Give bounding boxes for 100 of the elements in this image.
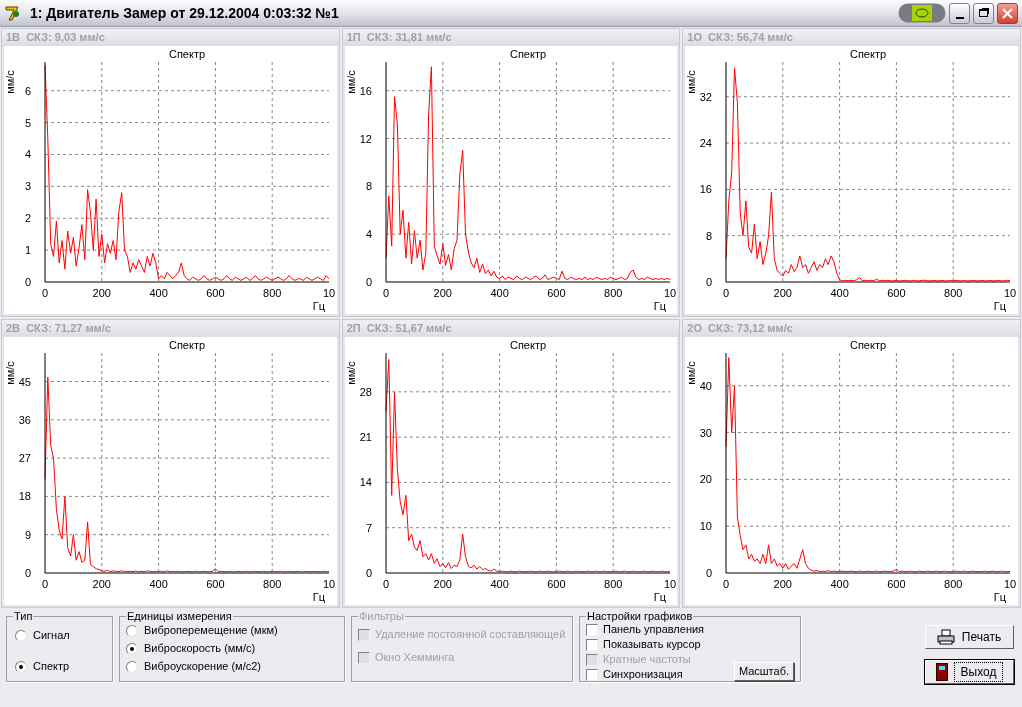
x-tick-label: 800 <box>263 578 282 590</box>
checkbox-label: Панель управления <box>603 623 705 636</box>
x-tick-label: 800 <box>263 287 282 299</box>
x-axis-label: Гц <box>653 591 666 603</box>
chart-title: Спектр <box>509 48 546 60</box>
x-tick-label: 200 <box>433 287 452 299</box>
channel-header: 1П СКЗ: 31,81 мм/с <box>346 30 452 46</box>
radio-button[interactable] <box>126 660 138 673</box>
x-tick-label: 200 <box>773 578 793 590</box>
x-tick-label: 600 <box>546 287 566 299</box>
printer-icon <box>936 629 955 645</box>
close-button[interactable] <box>997 2 1018 24</box>
y-axis-label: мм/с <box>4 361 16 385</box>
x-tick-label: 0 <box>382 578 389 590</box>
exit-button[interactable]: Выход <box>925 660 1014 684</box>
y-tick-label: 4 <box>24 148 31 161</box>
y-tick-label: 32 <box>700 90 713 103</box>
x-tick-label: 800 <box>603 578 623 590</box>
x-tick-label: 10 <box>322 287 336 299</box>
y-tick-label: 6 <box>24 84 31 97</box>
radio-button[interactable] <box>15 660 27 673</box>
restore-button[interactable] <box>973 2 994 24</box>
y-tick-label: 8 <box>706 229 713 242</box>
window-title: 1: Двигатель Замер от 29.12.2004 0:03:32 №1 <box>30 3 339 23</box>
channel-header: 2П СКЗ: 51,67 мм/с <box>346 321 452 337</box>
y-tick-label: 1 <box>24 244 31 257</box>
x-tick-label: 0 <box>382 287 389 299</box>
x-tick-label: 10 <box>322 578 336 590</box>
y-axis-label: мм/с <box>685 70 698 94</box>
y-tick-label: 45 <box>18 375 31 388</box>
toggle-pill-icon[interactable] <box>898 3 946 23</box>
y-tick-label: 9 <box>24 528 31 541</box>
x-axis-label: Гц <box>312 300 326 312</box>
checkbox-label: Показывать курсор <box>603 638 701 651</box>
channel-header: 1О СКЗ: 56,74 мм/с <box>687 30 793 46</box>
checkbox[interactable] <box>586 638 598 651</box>
close-icon <box>1002 7 1013 19</box>
x-axis-label: Гц <box>312 591 326 603</box>
x-tick-label: 0 <box>41 578 49 590</box>
radio-label: Сигнал <box>33 629 70 642</box>
channel-header: 1В СКЗ: 9,03 мм/с <box>6 30 105 46</box>
x-tick-label: 200 <box>433 578 452 590</box>
y-tick-label: 36 <box>18 413 31 426</box>
radio-button[interactable] <box>126 642 138 655</box>
x-tick-label: 600 <box>206 287 225 299</box>
y-tick-label: 5 <box>24 116 31 129</box>
x-tick-label: 600 <box>546 578 566 590</box>
group-title: Настройки графиков <box>586 610 694 623</box>
y-tick-label: 40 <box>700 379 713 392</box>
y-tick-label: 0 <box>706 276 713 288</box>
x-axis-label: Гц <box>994 591 1007 603</box>
y-tick-label: 10 <box>700 520 713 533</box>
y-tick-label: 0 <box>706 567 713 579</box>
chart-title: Спектр <box>850 48 887 60</box>
chart-title: Спектр <box>850 339 887 351</box>
channel-header: 2В СКЗ: 71,27 мм/с <box>6 321 111 337</box>
app-logo-icon <box>4 4 22 22</box>
y-tick-label: 24 <box>700 137 713 150</box>
x-tick-label: 600 <box>206 578 225 590</box>
checkbox-label: Удаление постоянной составляющей <box>375 628 566 641</box>
checkbox-label: Кратные частоты <box>603 653 691 666</box>
y-tick-label: 0 <box>365 567 372 579</box>
x-tick-label: 400 <box>490 287 509 299</box>
scale-button[interactable]: Масштаб. <box>733 662 794 681</box>
y-tick-label: 2 <box>24 212 31 225</box>
group-title: Единицы измерения <box>126 610 233 623</box>
group-title: Тип <box>13 610 34 623</box>
x-tick-label: 0 <box>723 287 730 299</box>
x-tick-label: 0 <box>41 287 49 299</box>
x-tick-label: 600 <box>887 287 906 299</box>
door-icon <box>935 663 948 681</box>
y-tick-label: 8 <box>365 180 372 193</box>
checkbox-label: Синхронизация <box>603 668 683 681</box>
radio-label: Виброускорение (м/с2) <box>144 660 261 673</box>
radio-label: Виброскорость (мм/с) <box>144 642 256 655</box>
x-axis-label: Гц <box>994 300 1007 312</box>
y-axis-label: мм/с <box>344 70 357 94</box>
y-tick-label: 12 <box>359 132 372 145</box>
checkbox[interactable] <box>586 668 598 681</box>
y-axis-label: мм/с <box>4 70 16 94</box>
y-tick-label: 4 <box>365 228 372 241</box>
minimize-button[interactable] <box>949 2 970 24</box>
print-button[interactable]: Печать <box>925 625 1014 649</box>
checkbox[interactable] <box>586 623 598 636</box>
y-tick-label: 27 <box>18 452 31 465</box>
y-tick-label: 30 <box>700 426 713 439</box>
radio-label: Спектр <box>33 660 70 673</box>
x-tick-label: 10 <box>1004 578 1017 590</box>
chart-title: Спектр <box>168 48 206 60</box>
radio-button[interactable] <box>15 629 27 642</box>
x-tick-label: 200 <box>92 287 111 299</box>
y-axis-label: мм/с <box>685 361 698 385</box>
x-tick-label: 10 <box>1004 287 1017 299</box>
y-tick-label: 18 <box>18 490 31 503</box>
radio-button[interactable] <box>126 624 138 637</box>
x-tick-label: 200 <box>773 287 793 299</box>
x-axis-label: Гц <box>653 300 666 312</box>
y-tick-label: 14 <box>359 476 372 489</box>
x-tick-label: 400 <box>149 578 168 590</box>
y-axis-label: мм/с <box>344 361 357 385</box>
